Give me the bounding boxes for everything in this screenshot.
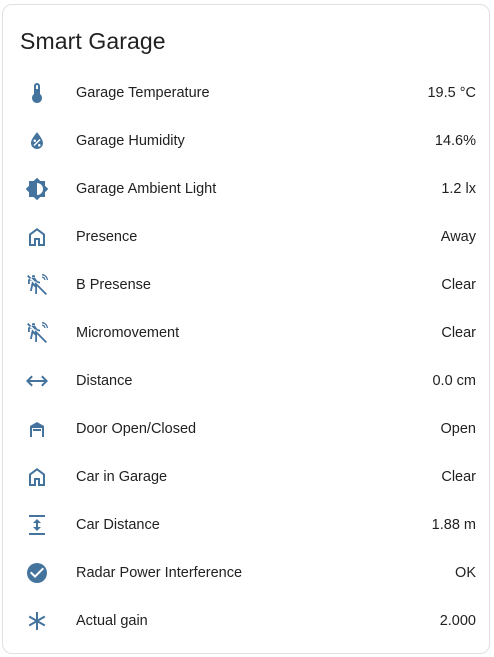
brightness-icon[interactable]: [25, 177, 49, 201]
entity-list: Garage Temperature 19.5 °C Garage Humidi…: [3, 69, 489, 645]
entity-name[interactable]: Actual gain: [76, 611, 148, 631]
entity-row-door-open-closed[interactable]: Door Open/Closed Open: [3, 405, 489, 453]
entity-name[interactable]: Garage Ambient Light: [76, 179, 216, 199]
entity-row-car-distance[interactable]: Car Distance 1.88 m: [3, 501, 489, 549]
entity-state: Clear: [441, 277, 476, 293]
home-outline-icon[interactable]: [25, 225, 49, 249]
entity-row-car-in-garage[interactable]: Car in Garage Clear: [3, 453, 489, 501]
thermometer-icon[interactable]: [25, 81, 49, 105]
entity-name[interactable]: Car Distance: [76, 515, 160, 535]
entity-name[interactable]: Distance: [76, 371, 132, 391]
entity-state: OK: [455, 565, 476, 581]
entity-name[interactable]: B Presense: [76, 275, 151, 295]
entity-name[interactable]: Car in Garage: [76, 467, 167, 487]
entity-row-garage-temperature[interactable]: Garage Temperature 19.5 °C: [3, 69, 489, 117]
entity-name[interactable]: Presence: [76, 227, 137, 247]
entity-name[interactable]: Micromovement: [76, 323, 179, 343]
entity-state: 2.000: [439, 613, 476, 629]
home-outline-icon[interactable]: [25, 465, 49, 489]
entity-row-b-presense[interactable]: B Presense Clear: [3, 261, 489, 309]
entity-row-garage-ambient-light[interactable]: Garage Ambient Light 1.2 lx: [3, 165, 489, 213]
entity-state: Clear: [441, 469, 476, 485]
arrow-left-right-icon[interactable]: [25, 369, 49, 393]
entity-state: 0.0 cm: [432, 373, 476, 389]
entity-name[interactable]: Door Open/Closed: [76, 419, 196, 439]
entity-row-distance[interactable]: Distance 0.0 cm: [3, 357, 489, 405]
entity-row-actual-gain[interactable]: Actual gain 2.000: [3, 597, 489, 645]
entity-name[interactable]: Garage Humidity: [76, 131, 185, 151]
card-title: Smart Garage: [20, 28, 166, 54]
water-percent-icon[interactable]: [25, 129, 49, 153]
entity-state: 19.5 °C: [427, 85, 476, 101]
entity-state: 14.6%: [434, 133, 476, 149]
entity-state: Clear: [441, 325, 476, 341]
motion-sensor-off-icon[interactable]: [25, 321, 49, 345]
entity-state: 1.88 m: [431, 517, 476, 533]
check-circle-icon[interactable]: [25, 561, 49, 585]
entity-state: Away: [440, 229, 476, 245]
motion-sensor-off-icon[interactable]: [25, 273, 49, 297]
entities-card: Smart Garage Garage Temperature 19.5 °C …: [2, 4, 490, 654]
entity-row-micromovement[interactable]: Micromovement Clear: [3, 309, 489, 357]
garage-open-icon[interactable]: [25, 417, 49, 441]
entity-name[interactable]: Garage Temperature: [76, 83, 210, 103]
arrow-expand-vertical-icon[interactable]: [25, 513, 49, 537]
entity-state: 1.2 lx: [441, 181, 476, 197]
entity-row-garage-humidity[interactable]: Garage Humidity 14.6%: [3, 117, 489, 165]
entity-row-radar-power-interference[interactable]: Radar Power Interference OK: [3, 549, 489, 597]
entity-row-presence[interactable]: Presence Away: [3, 213, 489, 261]
entity-state: Open: [440, 421, 476, 437]
asterisk-icon[interactable]: [25, 609, 49, 633]
entity-name[interactable]: Radar Power Interference: [76, 563, 242, 583]
